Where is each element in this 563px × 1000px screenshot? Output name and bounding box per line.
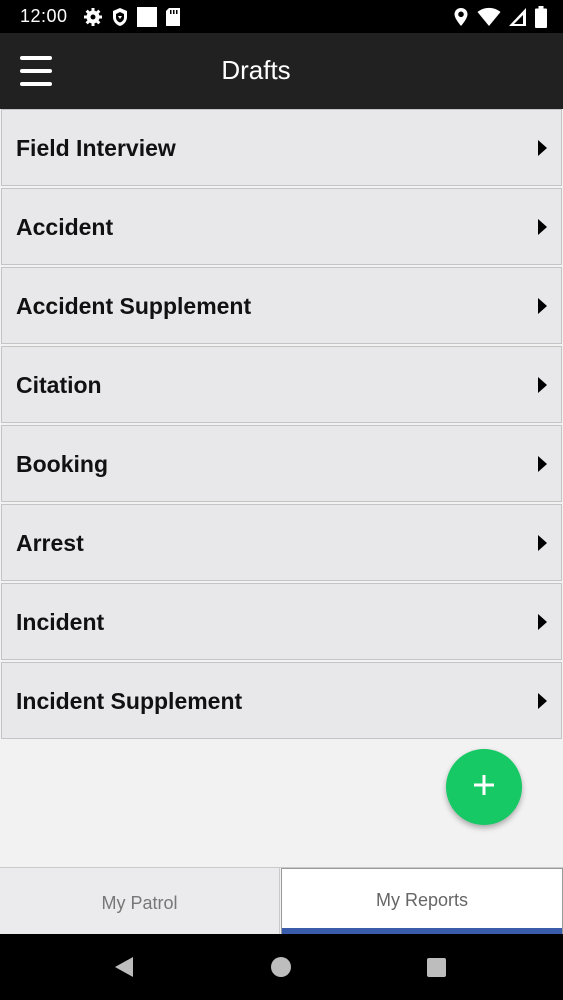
home-icon[interactable] bbox=[271, 957, 291, 977]
list-item-label: Accident bbox=[16, 214, 114, 240]
list-item-incident-supplement[interactable]: Incident Supplement bbox=[1, 662, 562, 739]
shield-icon bbox=[111, 7, 129, 27]
tab-label: My Reports bbox=[375, 890, 469, 910]
tab-my-reports[interactable]: My Reports bbox=[281, 868, 563, 935]
list-item-label: Field Interview bbox=[16, 135, 176, 161]
list-item-label: Citation bbox=[16, 372, 102, 398]
drafts-list: Field Interview Accident Accident Supple… bbox=[0, 109, 563, 741]
system-nav-bar bbox=[0, 934, 563, 1000]
list-item-accident[interactable]: Accident bbox=[1, 188, 562, 265]
chevron-right-icon bbox=[538, 693, 547, 709]
list-item-incident[interactable]: Incident bbox=[1, 583, 562, 660]
battery-icon bbox=[535, 6, 547, 28]
status-bar: 12:00 bbox=[0, 0, 563, 33]
list-item-label: Accident Supplement bbox=[16, 293, 252, 319]
add-report-button[interactable] bbox=[446, 749, 522, 825]
list-item-label: Incident Supplement bbox=[16, 688, 243, 714]
status-time: 12:00 bbox=[20, 6, 68, 26]
list-item-label: Arrest bbox=[16, 530, 84, 556]
settings-icon bbox=[83, 7, 103, 27]
plus-icon bbox=[472, 773, 496, 802]
chevron-right-icon bbox=[538, 535, 547, 551]
list-item-booking[interactable]: Booking bbox=[1, 425, 562, 502]
app-bar: Drafts bbox=[0, 33, 563, 109]
page-title: Drafts bbox=[221, 55, 291, 85]
wifi-icon bbox=[477, 7, 501, 27]
tab-my-patrol[interactable]: My Patrol bbox=[0, 868, 280, 934]
chevron-right-icon bbox=[538, 377, 547, 393]
recents-icon[interactable] bbox=[427, 958, 446, 977]
chevron-right-icon bbox=[538, 219, 547, 235]
list-item-field-interview[interactable]: Field Interview bbox=[1, 109, 562, 186]
list-item-label: Booking bbox=[16, 451, 108, 477]
tab-label: My Patrol bbox=[101, 893, 178, 913]
location-icon bbox=[453, 7, 469, 27]
sd-card-icon bbox=[165, 7, 181, 27]
list-item-citation[interactable]: Citation bbox=[1, 346, 562, 423]
back-icon[interactable] bbox=[114, 956, 134, 983]
status-left-icons bbox=[83, 6, 181, 28]
list-item-arrest[interactable]: Arrest bbox=[1, 504, 562, 581]
list-item-label: Incident bbox=[16, 609, 105, 635]
square-icon bbox=[137, 7, 157, 27]
chevron-right-icon bbox=[538, 456, 547, 472]
signal-icon bbox=[509, 7, 527, 27]
status-right-icons bbox=[453, 6, 547, 28]
chevron-right-icon bbox=[538, 614, 547, 630]
bottom-tab-bar: My Patrol My Reports bbox=[0, 867, 563, 935]
chevron-right-icon bbox=[538, 298, 547, 314]
chevron-right-icon bbox=[538, 140, 547, 156]
list-item-accident-supplement[interactable]: Accident Supplement bbox=[1, 267, 562, 344]
